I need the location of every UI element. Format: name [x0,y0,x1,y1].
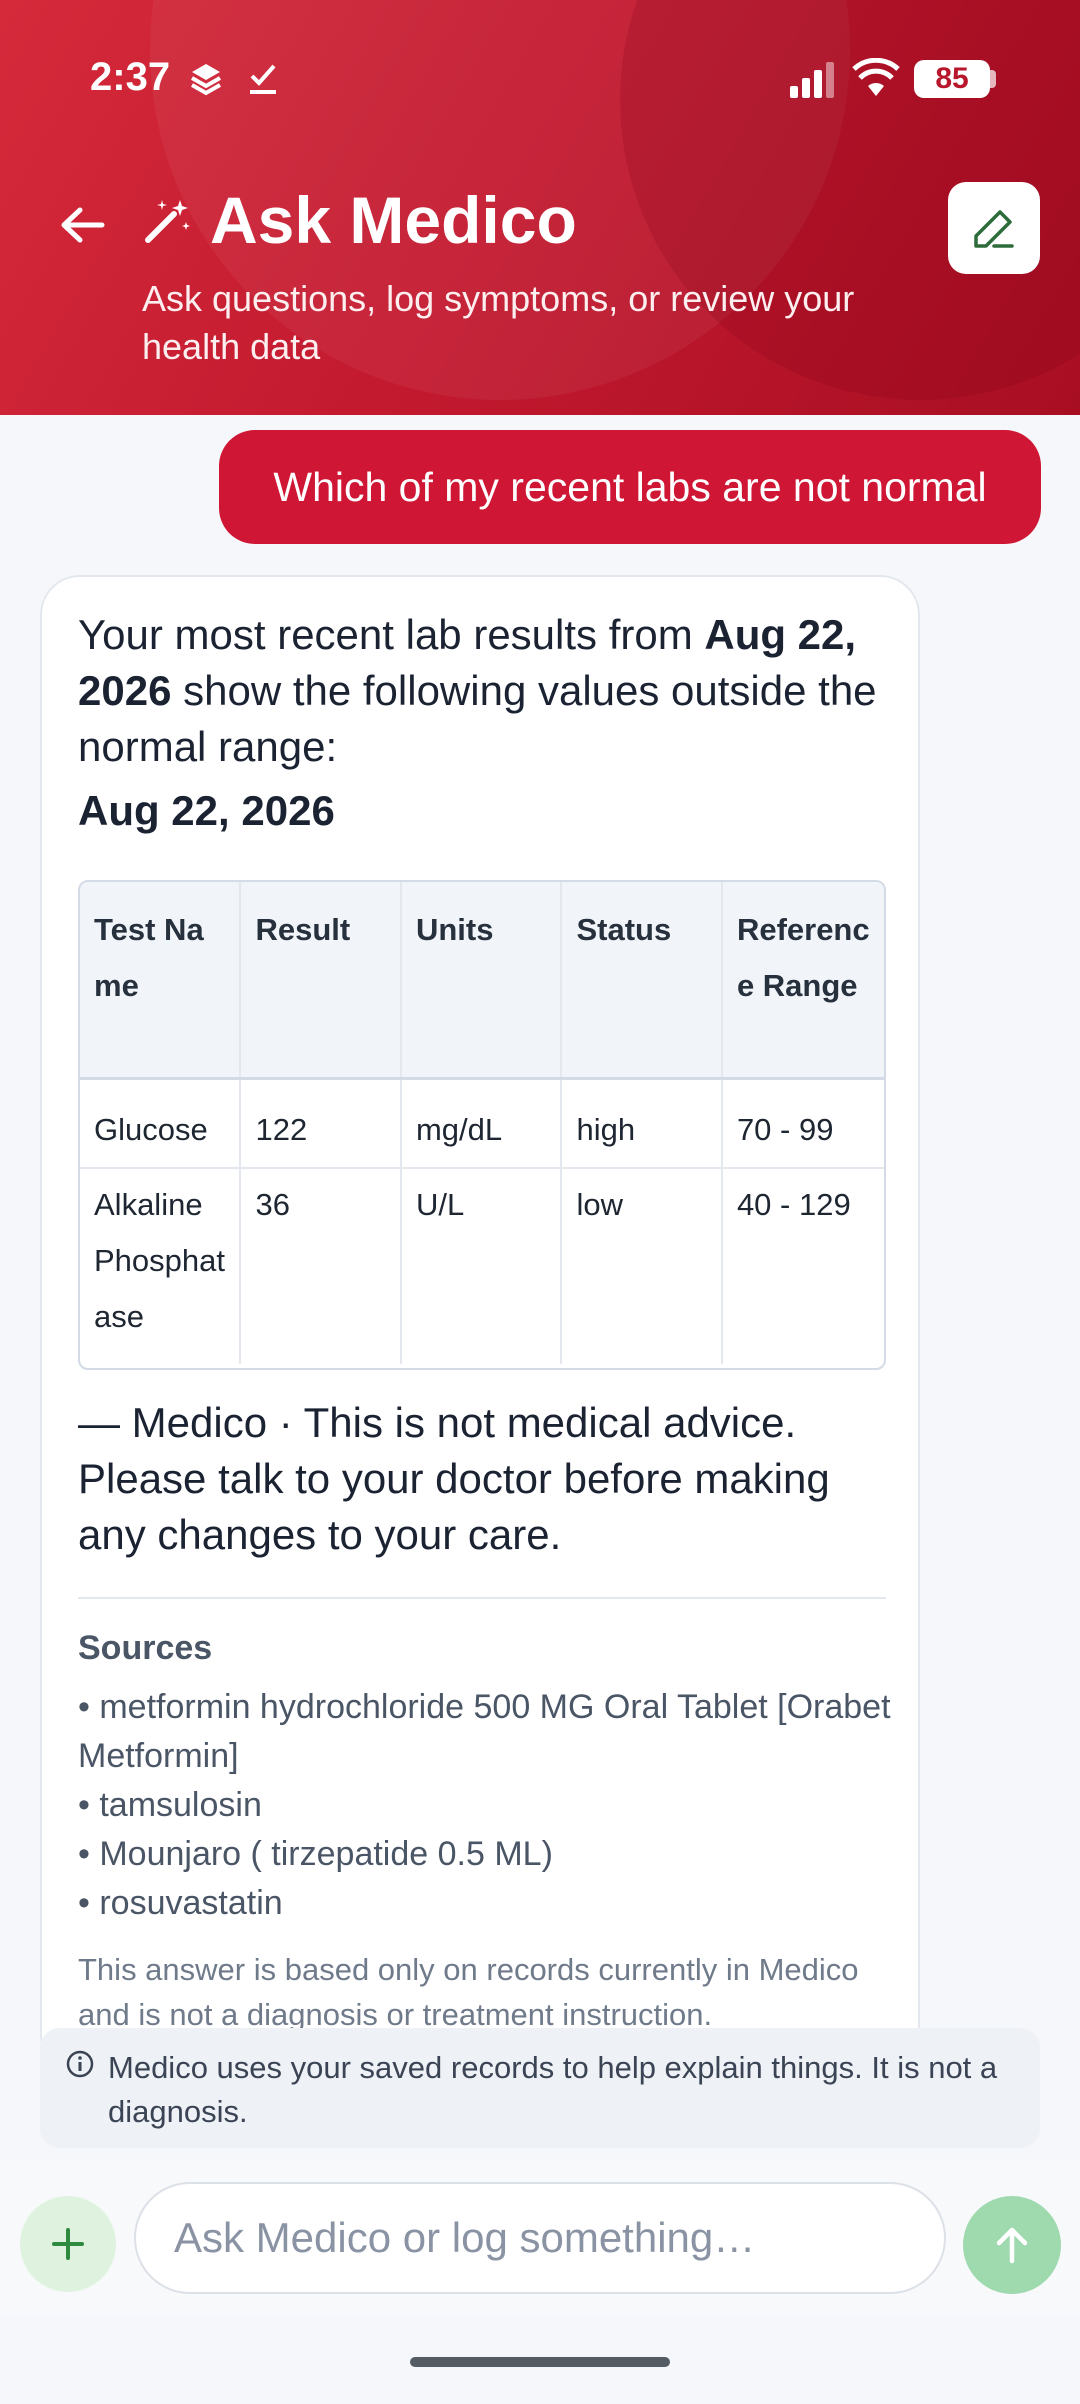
table-row: Glucose 122 mg/dL high 70 - 99 [80,1078,884,1169]
column-header: Status [561,882,723,1080]
response-footnote: This answer is based only on records cur… [78,1952,859,2032]
send-arrow-icon [996,2227,1028,2264]
cell-reference-range: 40 - 129 [736,1187,851,1222]
cell-reference-range: 70 - 99 [721,1078,884,1169]
column-header: Result [240,882,402,1080]
assistant-response-card: Your most recent lab results from Aug 22… [40,575,920,2075]
back-arrow-icon[interactable] [58,200,108,250]
sources-heading: Sources [78,1629,213,1667]
new-chat-button[interactable] [948,182,1040,274]
notification-app-icon [191,64,221,96]
send-button[interactable] [963,2196,1061,2294]
column-header: Test Name [80,882,242,1080]
wifi-icon [852,58,900,96]
page-subtitle: Ask questions, log symptoms, or review y… [142,278,855,367]
chat-header: 2:37 85 Ask Medico Ask questions, log sy… [0,0,1080,415]
message-input[interactable] [134,2182,946,2294]
page-title: Ask Medico [210,183,577,257]
sources-list: • metformin hydrochloride 500 MG Oral Ta… [78,1683,898,1928]
cell-status: low [561,1168,723,1364]
cell-status: high [561,1078,723,1169]
cell-test-name: Alkaline Phosphatase [80,1168,242,1364]
task-check-icon [250,64,276,94]
status-bar: 2:37 85 [0,0,1080,160]
edit-pencil-icon [974,210,1014,248]
response-intro: Your most recent lab results from Aug 22… [78,611,877,770]
plus-icon [52,2228,84,2260]
message-composer [0,2160,1080,2316]
cell-units: U/L [400,1168,563,1364]
column-header: Reference Range [721,882,884,1080]
cell-result: 122 [240,1078,402,1169]
divider [78,1597,886,1599]
source-item: • Mounjaro ( tirzepatide 0.5 ML) [78,1835,553,1873]
home-indicator[interactable] [410,2357,670,2367]
info-banner: Medico uses your saved records to help e… [40,2028,1040,2148]
cell-result: 36 [240,1168,402,1364]
source-item: • metformin hydrochloride 500 MG Oral Ta… [78,1688,891,1775]
status-time: 2:37 [90,55,171,99]
battery-icon: 85 [914,60,990,98]
user-message-bubble: Which of my recent labs are not normal [219,430,1041,544]
table-row: Alkaline Phosphatase 36 U/L low 40 - 129 [80,1168,884,1364]
cell-test-name: Glucose [80,1078,242,1169]
source-item: • rosuvastatin [78,1884,283,1922]
magic-wand-icon [145,200,190,243]
medical-disclaimer: — Medico · This is not medical advice. P… [78,1399,830,1558]
info-banner-text: Medico uses your saved records to help e… [108,2050,998,2129]
lab-date-heading: Aug 22, 2026 [78,787,335,834]
source-item: • tamsulosin [78,1786,262,1824]
column-header: Units [400,882,563,1080]
add-attachment-button[interactable] [20,2196,116,2292]
cell-units: mg/dL [400,1078,563,1169]
info-icon [66,2050,94,2078]
signal-icon [790,62,834,98]
lab-results-table: Test Name Result Units Status Reference … [78,880,886,1370]
